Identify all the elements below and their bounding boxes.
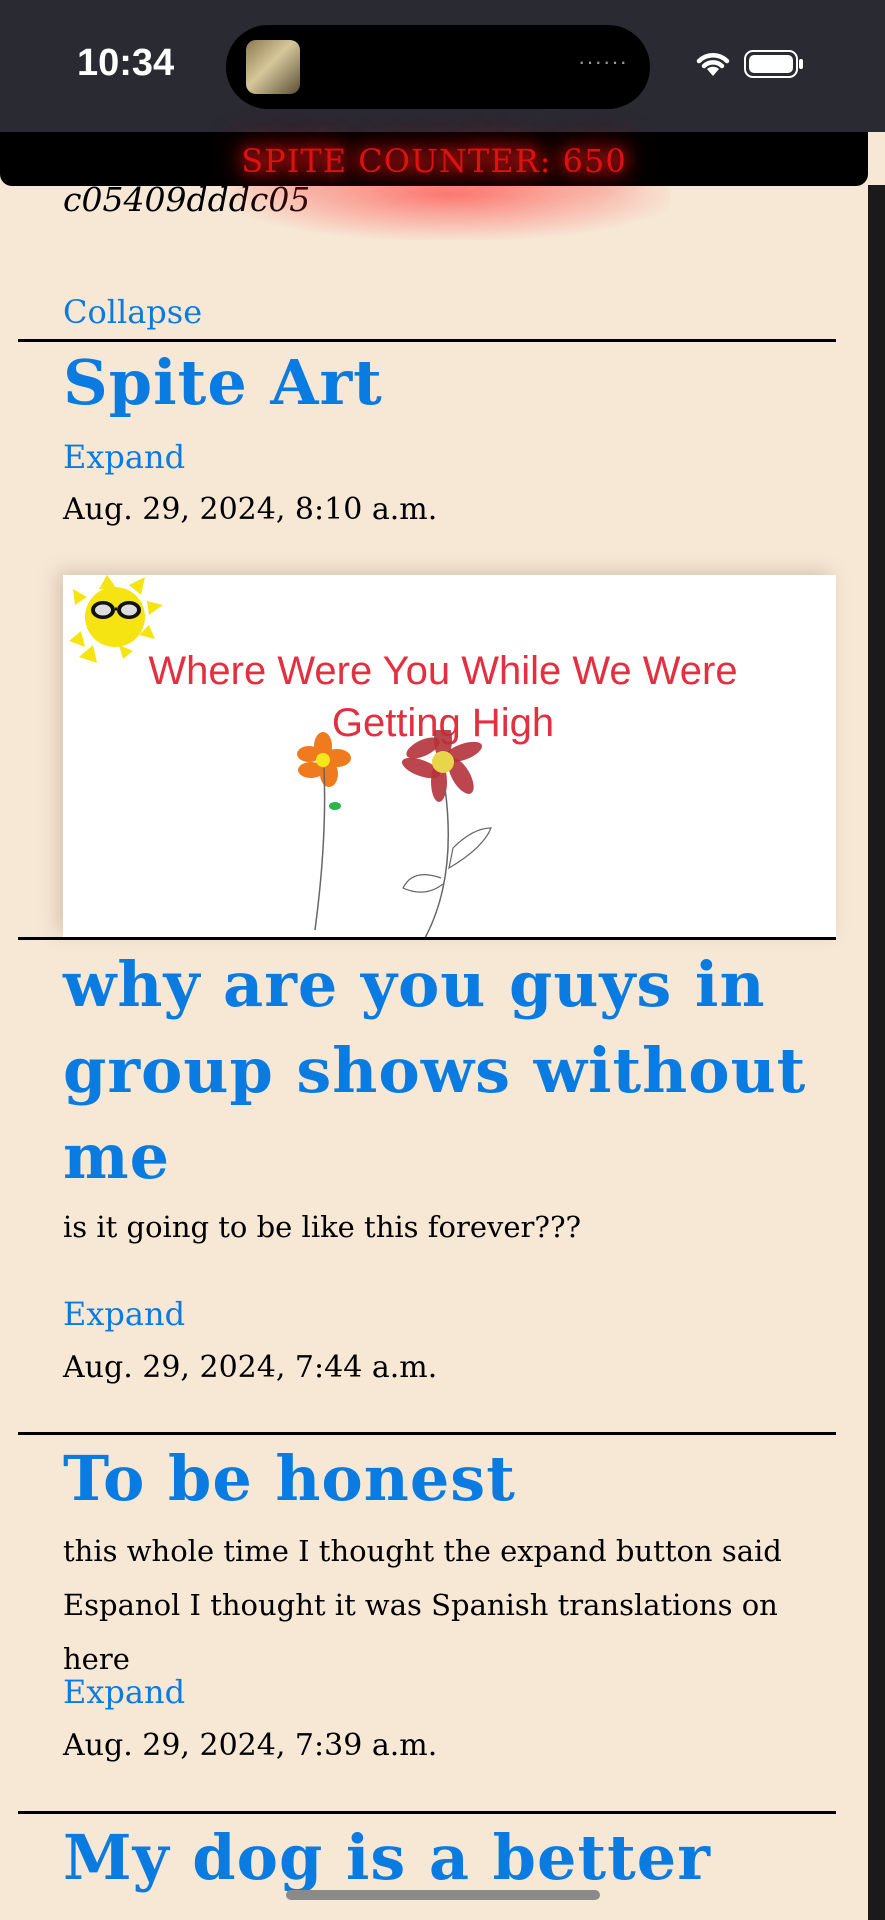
scroll-rail <box>868 185 885 1920</box>
clock: 10:34 <box>77 42 175 84</box>
collapse-link[interactable]: Collapse <box>63 293 202 331</box>
post-divider <box>18 1811 836 1814</box>
post-body: is it going to be like this forever??? <box>63 1210 582 1244</box>
post-image[interactable]: Where Were You While We Were Getting Hig… <box>63 575 836 937</box>
flower-drawing <box>297 730 492 937</box>
battery-icon <box>744 50 803 78</box>
wifi-icon <box>696 53 730 76</box>
home-indicator[interactable] <box>286 1890 600 1900</box>
spite-counter-banner: SPITE COUNTER: 650 <box>0 132 868 186</box>
now-playing-artwork <box>246 40 300 94</box>
post-date: Aug. 29, 2024, 8:10 a.m. <box>63 492 438 527</box>
expand-link[interactable]: Expand <box>63 438 185 476</box>
post-divider <box>18 1432 836 1435</box>
expand-link[interactable]: Expand <box>63 1295 185 1333</box>
post-title[interactable]: To be honest <box>63 1436 823 1522</box>
post-divider <box>18 937 836 940</box>
post-title[interactable]: why are you guys in group shows without … <box>63 942 823 1200</box>
audio-waveform-icon: ······ <box>578 49 628 74</box>
expand-link[interactable]: Expand <box>63 1673 185 1711</box>
post-body: this whole time I thought the expand but… <box>63 1534 782 1676</box>
status-bar: 10:34 ······ <box>0 0 885 132</box>
dynamic-island[interactable]: ······ <box>226 25 650 109</box>
post-title[interactable]: Spite Art <box>63 340 823 426</box>
post-title[interactable]: My dog is a better <box>63 1815 823 1901</box>
spite-counter-label: SPITE COUNTER: 650 <box>241 142 627 180</box>
post-date: Aug. 29, 2024, 7:39 a.m. <box>63 1728 438 1763</box>
post-date: Aug. 29, 2024, 7:44 a.m. <box>63 1350 438 1385</box>
